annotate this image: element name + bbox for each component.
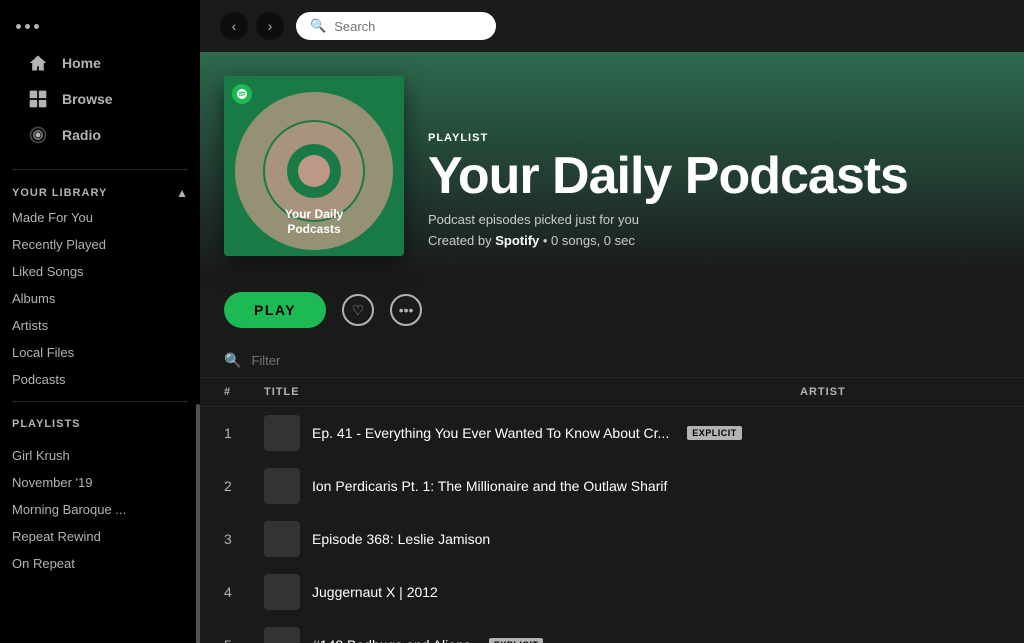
browse-icon: [28, 89, 48, 109]
track-title: Episode 368: Leslie Jamison: [312, 531, 490, 547]
playlists-header: PLAYLISTS: [0, 410, 200, 434]
track-row[interactable]: 3 Episode 368: Leslie Jamison: [200, 513, 1024, 566]
track-thumbnail: [264, 415, 300, 451]
chevron-up-icon[interactable]: ▲: [176, 186, 188, 200]
track-thumbnail: [264, 627, 300, 643]
track-title: Ion Perdicaris Pt. 1: The Millionaire an…: [312, 478, 667, 494]
playlist-creator: Spotify: [495, 233, 539, 248]
controls-bar: PLAY ♡ •••: [200, 276, 1024, 344]
sidebar-item-recently-played[interactable]: Recently Played: [0, 231, 200, 258]
sidebar: Home Browse Radio YOUR LIBRARY ▲ Made Fo…: [0, 0, 200, 643]
more-options-button[interactable]: •••: [390, 294, 422, 326]
nav-label-radio: Radio: [62, 127, 101, 143]
track-info: Juggernaut X | 2012: [264, 574, 800, 610]
main-content: ‹ › 🔍: [200, 0, 1024, 643]
track-row[interactable]: 5 #148 Bedbugs and Aliens EXPLICIT: [200, 619, 1024, 643]
radio-icon: [28, 125, 48, 145]
track-number: 2: [224, 478, 264, 494]
sidebar-item-podcasts[interactable]: Podcasts: [0, 366, 200, 393]
playlist-title: Your Daily Podcasts: [428, 150, 908, 202]
search-bar[interactable]: 🔍: [296, 12, 496, 40]
track-info: Ep. 41 - Everything You Ever Wanted To K…: [264, 415, 800, 451]
back-button[interactable]: ‹: [220, 12, 248, 40]
divider-2: [12, 401, 188, 402]
col-artist: ARTIST: [800, 386, 1000, 398]
sidebar-item-local-files[interactable]: Local Files: [0, 339, 200, 366]
dots-icon: •••: [399, 302, 414, 318]
col-num: #: [224, 386, 264, 398]
track-number: 3: [224, 531, 264, 547]
content-area: Your Daily Podcasts PLAYLIST Your Daily …: [200, 52, 1024, 643]
track-number: 5: [224, 637, 264, 643]
sidebar-item-albums[interactable]: Albums: [0, 285, 200, 312]
playlists-section: Girl Krush November '19 Morning Baroque …: [0, 442, 200, 577]
topbar: ‹ › 🔍: [200, 0, 1024, 52]
sidebar-library-section: Made For You Recently Played Liked Songs…: [0, 204, 200, 643]
track-info: Ion Perdicaris Pt. 1: The Millionaire an…: [264, 468, 800, 504]
search-input[interactable]: [334, 19, 474, 34]
track-thumbnail: [264, 574, 300, 610]
track-row[interactable]: 1 Ep. 41 - Everything You Ever Wanted To …: [200, 407, 1024, 460]
playlist-item-november-19[interactable]: November '19: [0, 469, 200, 496]
forward-icon: ›: [268, 18, 273, 34]
heart-icon: ♡: [352, 302, 365, 319]
sidebar-item-home[interactable]: Home: [16, 45, 184, 81]
sidebar-item-liked-songs[interactable]: Liked Songs: [0, 258, 200, 285]
filter-input[interactable]: [251, 353, 427, 368]
track-number: 4: [224, 584, 264, 600]
podcast-cover-label: Your Daily Podcasts: [224, 207, 404, 238]
nav-label-home: Home: [62, 55, 101, 71]
playlist-item-girl-krush[interactable]: Girl Krush: [0, 442, 200, 469]
playlist-hero: Your Daily Podcasts PLAYLIST Your Daily …: [200, 52, 1024, 276]
play-button[interactable]: PLAY: [224, 292, 326, 328]
sidebar-more-button[interactable]: [16, 16, 184, 45]
track-info: #148 Bedbugs and Aliens EXPLICIT: [264, 627, 800, 643]
your-library-label: YOUR LIBRARY: [12, 187, 107, 199]
search-icon: 🔍: [310, 18, 326, 34]
explicit-badge: EXPLICIT: [687, 426, 742, 440]
forward-button[interactable]: ›: [256, 12, 284, 40]
podcast-artwork: Your Daily Podcasts: [224, 76, 404, 256]
filter-bar: 🔍: [200, 344, 1024, 378]
home-icon: [28, 53, 48, 73]
back-icon: ‹: [232, 18, 237, 34]
track-info: Episode 368: Leslie Jamison: [264, 521, 800, 557]
track-title: #148 Bedbugs and Aliens: [312, 637, 471, 643]
playlist-item-on-repeat[interactable]: On Repeat: [0, 550, 200, 577]
tracks-list: 1 Ep. 41 - Everything You Ever Wanted To …: [200, 407, 1024, 643]
sidebar-item-artists[interactable]: Artists: [0, 312, 200, 339]
playlist-item-morning-baroque[interactable]: Morning Baroque ...: [0, 496, 200, 523]
sidebar-item-browse[interactable]: Browse: [16, 81, 184, 117]
filter-search-icon: 🔍: [224, 352, 241, 369]
col-title: TITLE: [264, 386, 800, 398]
heart-button[interactable]: ♡: [342, 294, 374, 326]
playlist-description: Podcast episodes picked just for you: [428, 212, 908, 227]
track-title: Juggernaut X | 2012: [312, 584, 438, 600]
playlist-cover: Your Daily Podcasts: [224, 76, 404, 256]
sidebar-item-radio[interactable]: Radio: [16, 117, 184, 153]
playlists-label: PLAYLISTS: [12, 418, 81, 430]
explicit-badge: EXPLICIT: [489, 638, 544, 643]
playlist-info: PLAYLIST Your Daily Podcasts Podcast epi…: [428, 132, 908, 256]
track-thumbnail: [264, 521, 300, 557]
track-thumbnail: [264, 468, 300, 504]
nav-arrows: ‹ ›: [220, 12, 284, 40]
playlist-item-repeat-rewind[interactable]: Repeat Rewind: [0, 523, 200, 550]
divider-1: [12, 169, 188, 170]
your-library-header: YOUR LIBRARY ▲: [0, 178, 200, 204]
track-number: 1: [224, 425, 264, 441]
sidebar-item-made-for-you[interactable]: Made For You: [0, 204, 200, 231]
playlist-songs-count: 0 songs, 0 sec: [551, 233, 635, 248]
track-row[interactable]: 4 Juggernaut X | 2012: [200, 566, 1024, 619]
playlist-meta: Created by Spotify • 0 songs, 0 sec: [428, 233, 908, 248]
track-row[interactable]: 2 Ion Perdicaris Pt. 1: The Millionaire a…: [200, 460, 1024, 513]
playlist-created-by: Created by: [428, 233, 495, 248]
track-title: Ep. 41 - Everything You Ever Wanted To K…: [312, 425, 669, 441]
tracks-header: # TITLE ARTIST: [200, 378, 1024, 407]
playlist-type: PLAYLIST: [428, 132, 908, 144]
nav-label-browse: Browse: [62, 91, 113, 107]
